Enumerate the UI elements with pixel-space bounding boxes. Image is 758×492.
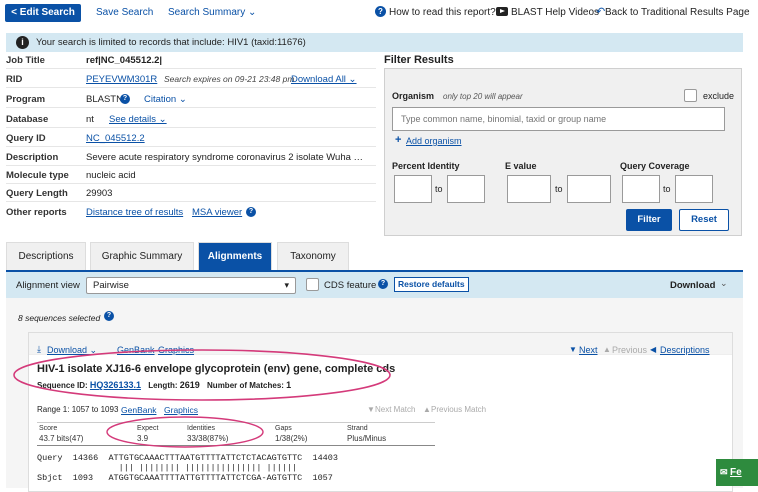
feedback-icon: ✉ [720,467,728,477]
annotation-overlay [13,349,391,448]
title-highlight-ellipse [13,349,391,401]
feedback-label: Fe [730,467,742,478]
identity-highlight-ellipse [106,416,264,448]
feedback-button[interactable]: ✉ Fe [716,459,758,486]
